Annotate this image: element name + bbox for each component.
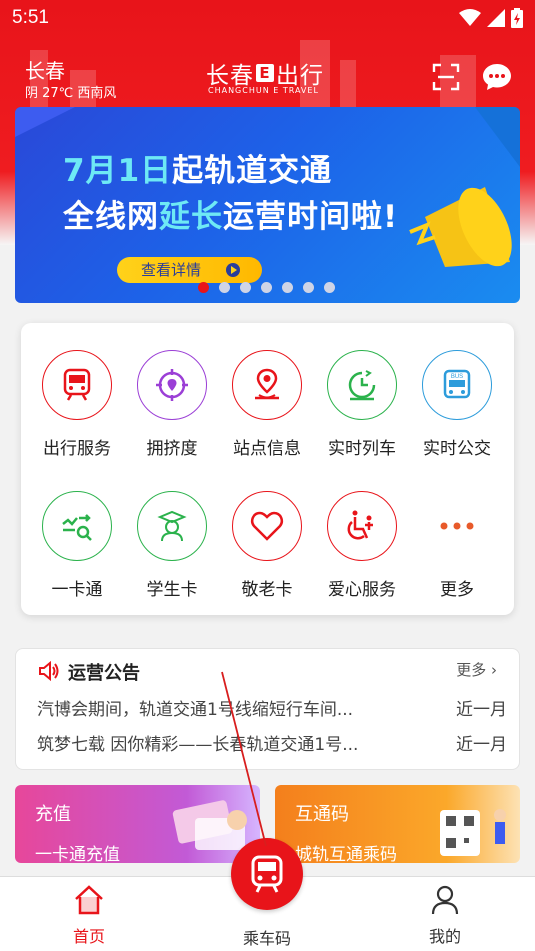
service-more[interactable]: 更多 — [412, 491, 502, 600]
pagination-dot[interactable] — [282, 282, 293, 293]
service-label: 敬老卡 — [241, 580, 293, 600]
card-swipe-icon — [62, 514, 92, 541]
tab-home-label: 首页 — [72, 927, 105, 946]
clock-icon — [348, 370, 376, 401]
service-care[interactable]: 爱心服务 — [317, 491, 407, 600]
metro-train-icon — [63, 368, 91, 401]
qr-code-illustration — [440, 809, 506, 856]
play-icon — [226, 263, 240, 277]
service-crowd[interactable]: 拥挤度 — [127, 350, 217, 459]
brand-subtitle: CHANGCHUN E TRAVEL — [208, 86, 319, 95]
brand-left: 长春 — [206, 63, 254, 89]
tab-home[interactable]: 首页 — [68, 885, 110, 947]
service-label: 爱心服务 — [328, 580, 396, 600]
interop-code-card[interactable]: 互通码 城轨互通乘码 — [275, 785, 520, 863]
service-travel[interactable]: 出行服务 — [32, 350, 122, 459]
service-realtime-bus[interactable]: BUS 实时公交 — [412, 350, 502, 459]
service-student-card[interactable]: 学生卡 — [127, 491, 217, 600]
tab-mine[interactable]: 我的 — [424, 885, 466, 947]
recharge-card[interactable]: 充值 一卡通充值 — [15, 785, 260, 863]
speaker-icon — [39, 661, 59, 681]
service-label: 站点信息 — [233, 439, 301, 459]
promo-banner[interactable]: 7月1日起轨道交通 全线网延长运营时间啦! 查看详情 — [15, 107, 520, 303]
announcement-title: 运营公告 — [68, 663, 140, 684]
recharge-subtitle: 一卡通充值 — [35, 845, 120, 863]
service-transit-card[interactable]: 一卡通 — [32, 491, 122, 600]
banner-detail-button[interactable]: 查看详情 — [117, 257, 262, 283]
service-station[interactable]: 站点信息 — [222, 350, 312, 459]
announcement-item[interactable]: 筑梦七载 因你精彩——长春轨道交通1号... 近一月 — [37, 730, 507, 755]
brand-e: E — [256, 64, 274, 82]
pagination-dot[interactable] — [198, 282, 209, 293]
metro-train-icon — [251, 855, 283, 893]
service-label: 实时公交 — [423, 439, 491, 459]
interop-code-subtitle: 城轨互通乘码 — [295, 845, 397, 863]
interop-code-title: 互通码 — [295, 804, 349, 825]
status-icons — [459, 8, 523, 28]
message-icon[interactable] — [482, 62, 512, 92]
heart-icon — [251, 511, 283, 541]
status-time: 5:51 — [12, 7, 49, 28]
station-pin-icon — [255, 368, 279, 400]
banner-headline-2: 全线网延长运营时间啦! — [63, 199, 399, 235]
services-grid: 出行服务 拥挤度 站点信息 实时列车 BUS 实时公交 一卡通 学生卡 敬老卡 … — [21, 323, 514, 615]
home-icon — [75, 885, 103, 915]
recharge-title: 充值 — [35, 804, 71, 825]
service-label: 更多 — [440, 580, 474, 600]
brand-right: 出行 — [276, 63, 324, 89]
wifi-icon — [459, 9, 481, 26]
tab-mine-label: 我的 — [428, 927, 461, 946]
scan-icon[interactable] — [432, 63, 460, 91]
service-label: 一卡通 — [51, 580, 103, 600]
pagination-dot[interactable] — [324, 282, 335, 293]
signal-icon — [487, 9, 505, 27]
tab-ride-code[interactable]: 乘车码 — [237, 921, 297, 949]
weather-info: 阴 27℃ 西南风 — [25, 86, 117, 101]
battery-icon — [511, 8, 523, 28]
announcement-card: 运营公告 更多 › 汽博会期间，轨道交通1号线缩短行车间... 近一月 筑梦七载 … — [15, 648, 520, 770]
pagination-dot[interactable] — [219, 282, 230, 293]
pagination-dot[interactable] — [261, 282, 272, 293]
user-icon — [431, 885, 459, 915]
chevron-right-icon: › — [491, 661, 497, 679]
service-label: 实时列车 — [328, 439, 396, 459]
announcement-more-link[interactable]: 更多 › — [456, 659, 497, 680]
accessibility-icon — [347, 510, 373, 540]
service-label: 学生卡 — [146, 580, 198, 600]
status-bar: 5:51 — [0, 0, 535, 38]
ride-code-button[interactable] — [231, 838, 303, 910]
app-logo: 长春 E 出行 — [206, 56, 324, 90]
crowd-location-icon — [156, 369, 188, 401]
announcement-item[interactable]: 汽博会期间，轨道交通1号线缩短行车间... 近一月 — [37, 695, 507, 720]
service-label: 出行服务 — [43, 439, 111, 459]
service-realtime-train[interactable]: 实时列车 — [317, 350, 407, 459]
student-icon — [157, 510, 187, 542]
svg-text:BUS: BUS — [451, 374, 463, 380]
city-name[interactable]: 长春 — [25, 55, 65, 84]
banner-headline-1: 7月1日起轨道交通 — [63, 153, 333, 189]
service-label: 拥挤度 — [146, 439, 198, 459]
tab-ride-label: 乘车码 — [242, 929, 291, 948]
pagination-dot[interactable] — [240, 282, 251, 293]
more-dots-icon — [440, 522, 474, 530]
banner-pagination — [198, 282, 335, 293]
service-senior-card[interactable]: 敬老卡 — [222, 491, 312, 600]
bus-icon: BUS — [443, 369, 471, 399]
pagination-dot[interactable] — [303, 282, 314, 293]
